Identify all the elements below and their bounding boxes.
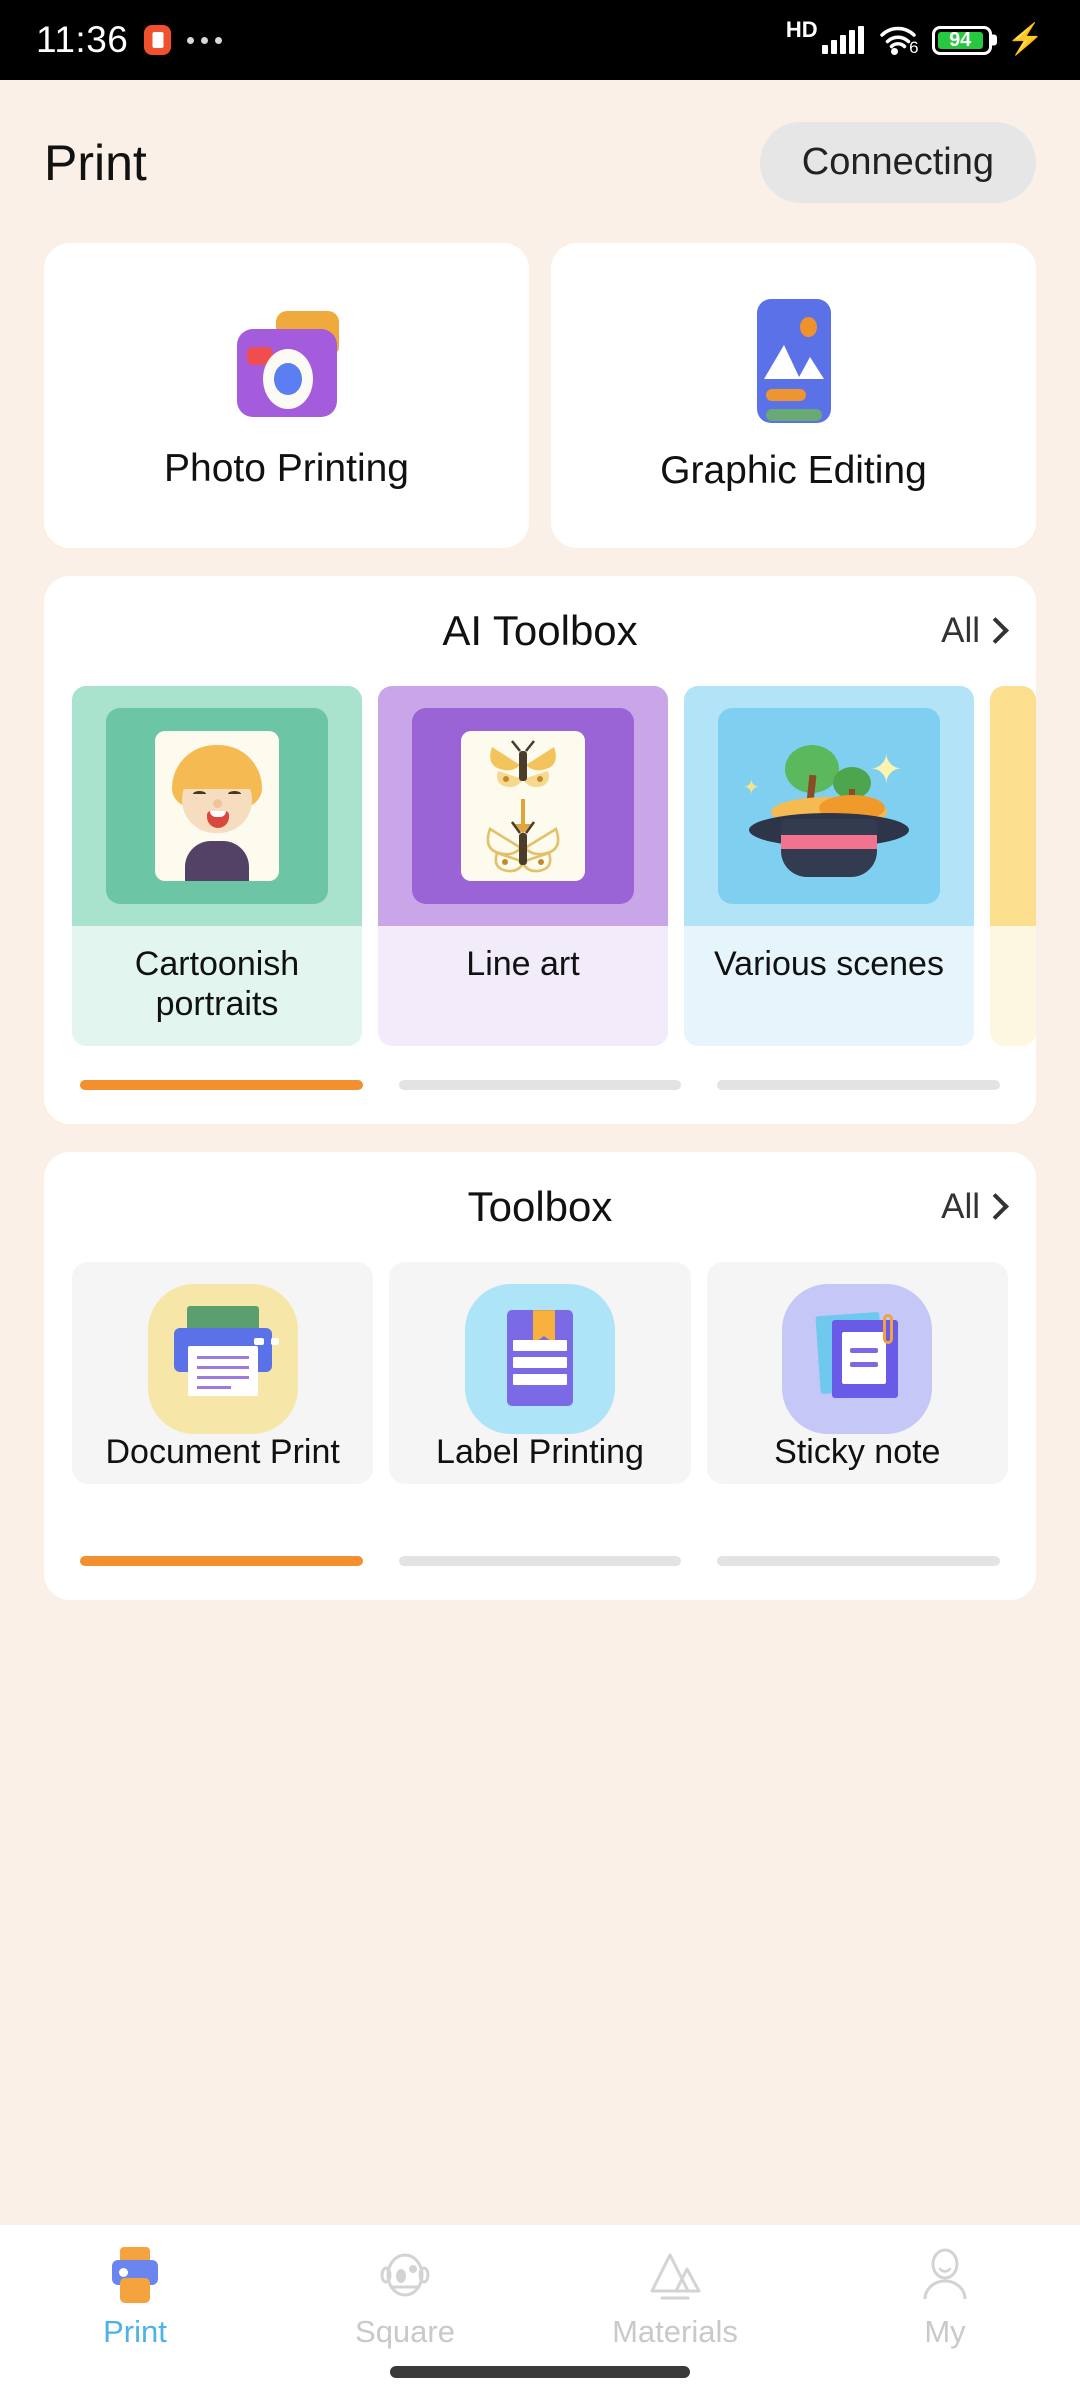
network-type-label: HD xyxy=(785,17,818,42)
battery-icon: 94 xyxy=(931,25,992,55)
ai-card-various-scenes[interactable]: ✦ ✦ Various scenes xyxy=(684,686,974,1047)
toolbox-panel: Toolbox All Document Print Label Printin… xyxy=(44,1152,1036,1601)
page-title: Print xyxy=(44,134,147,191)
nav-label: Materials xyxy=(612,2314,738,2349)
ai-card-label xyxy=(990,926,1036,1024)
toolbox-item-label-printing[interactable]: Label Printing xyxy=(389,1262,691,1485)
ai-card-line-art[interactable]: Line art xyxy=(378,686,668,1047)
sticky-notes-icon xyxy=(782,1284,933,1435)
toolbox-header: Toolbox All xyxy=(44,1152,1036,1262)
toolbox-item-sticky-note[interactable]: Sticky note xyxy=(706,1262,1008,1485)
chevron-right-icon xyxy=(986,1195,1000,1219)
ai-toolbox-carousel[interactable]: Cartoonish portraits Line art ✦ ✦ Variou… xyxy=(44,686,1036,1047)
status-bar-right: HD 6 94 ⚡ xyxy=(786,19,1044,58)
printer-icon xyxy=(147,1284,298,1435)
ai-card-label: Line art xyxy=(466,945,580,983)
image-edit-icon xyxy=(756,298,831,423)
app-badge-icon xyxy=(144,25,172,55)
pager-dot-1[interactable] xyxy=(80,1080,363,1091)
cartoon-portrait-icon xyxy=(155,731,279,881)
ai-card-cartoonish-portraits[interactable]: Cartoonish portraits xyxy=(72,686,362,1047)
app-screen: 11:36 HD 6 94 ⚡ Print Connecting Photo P… xyxy=(0,0,1080,2400)
nav-item-square[interactable]: Square xyxy=(270,2247,540,2350)
toolbox-item-label: Document Print xyxy=(105,1433,340,1472)
page-header: Print Connecting xyxy=(0,80,1080,221)
toolbox-item-label: Label Printing xyxy=(436,1433,644,1472)
mountain-icon xyxy=(646,2247,704,2305)
nav-label: My xyxy=(924,2314,966,2349)
nav-item-my[interactable]: My xyxy=(810,2247,1080,2350)
page-content: Photo Printing Graphic Editing AI Toolbo… xyxy=(0,221,1080,2225)
ai-toolbox-pagination[interactable] xyxy=(44,1046,1036,1091)
quick-action-photo-printing[interactable]: Photo Printing xyxy=(44,243,529,548)
printer-nav-icon xyxy=(106,2247,164,2305)
ai-card-next-peek[interactable] xyxy=(990,686,1036,1047)
ai-toolbox-title: AI Toolbox xyxy=(442,607,638,654)
ai-card-label: Various scenes xyxy=(714,945,944,983)
toolbox-all-label: All xyxy=(941,1187,980,1227)
pager-dot-1[interactable] xyxy=(80,1556,363,1567)
quick-action-graphic-editing[interactable]: Graphic Editing xyxy=(551,243,1036,548)
status-bar: 11:36 HD 6 94 ⚡ xyxy=(0,0,1080,80)
label-document-icon xyxy=(464,1284,615,1435)
chevron-right-icon xyxy=(986,619,1000,643)
status-time: 11:36 xyxy=(36,19,129,60)
magic-hat-scene-icon: ✦ ✦ xyxy=(739,731,919,881)
charging-bolt-icon: ⚡ xyxy=(1006,23,1044,56)
toolbox-pagination[interactable] xyxy=(44,1484,1036,1567)
robot-face-icon xyxy=(376,2247,434,2305)
ai-toolbox-all-label: All xyxy=(941,611,980,650)
ai-card-label: Cartoonish portraits xyxy=(134,945,300,1024)
signal-bars-icon: HD xyxy=(786,19,864,54)
nav-label: Print xyxy=(103,2314,167,2349)
wifi-generation-label: 6 xyxy=(909,38,919,57)
toolbox-item-label: Sticky note xyxy=(774,1433,941,1472)
camera-icon xyxy=(227,301,347,421)
pager-dot-3[interactable] xyxy=(717,1556,1001,1567)
ai-toolbox-header: AI Toolbox All xyxy=(44,576,1036,686)
pager-dot-2[interactable] xyxy=(398,1556,682,1567)
battery-percent-label: 94 xyxy=(937,29,983,51)
wifi-icon: 6 xyxy=(879,25,919,57)
quick-actions-row: Photo Printing Graphic Editing xyxy=(44,243,1036,548)
ai-toolbox-all-link[interactable]: All xyxy=(941,611,1000,651)
status-bar-left: 11:36 xyxy=(36,19,223,61)
nav-item-print[interactable]: Print xyxy=(0,2247,270,2350)
nav-item-materials[interactable]: Materials xyxy=(540,2247,810,2350)
home-indicator[interactable] xyxy=(390,2366,690,2378)
toolbox-carousel[interactable]: Document Print Label Printing Sticky not… xyxy=(44,1262,1036,1485)
line-art-butterfly-icon xyxy=(461,731,585,881)
pager-dot-3[interactable] xyxy=(717,1080,1001,1091)
more-dots-icon xyxy=(187,36,223,44)
quick-action-label: Photo Printing xyxy=(164,446,409,490)
toolbox-item-document-print[interactable]: Document Print xyxy=(72,1262,374,1485)
person-icon xyxy=(916,2247,974,2305)
connection-status-button[interactable]: Connecting xyxy=(759,122,1036,203)
nav-label: Square xyxy=(355,2314,455,2349)
quick-action-label: Graphic Editing xyxy=(660,448,927,492)
pager-dot-2[interactable] xyxy=(398,1080,682,1091)
toolbox-all-link[interactable]: All xyxy=(941,1187,1000,1227)
ai-toolbox-panel: AI Toolbox All Cartoonish portraits Line… xyxy=(44,576,1036,1125)
toolbox-title: Toolbox xyxy=(467,1183,613,1231)
